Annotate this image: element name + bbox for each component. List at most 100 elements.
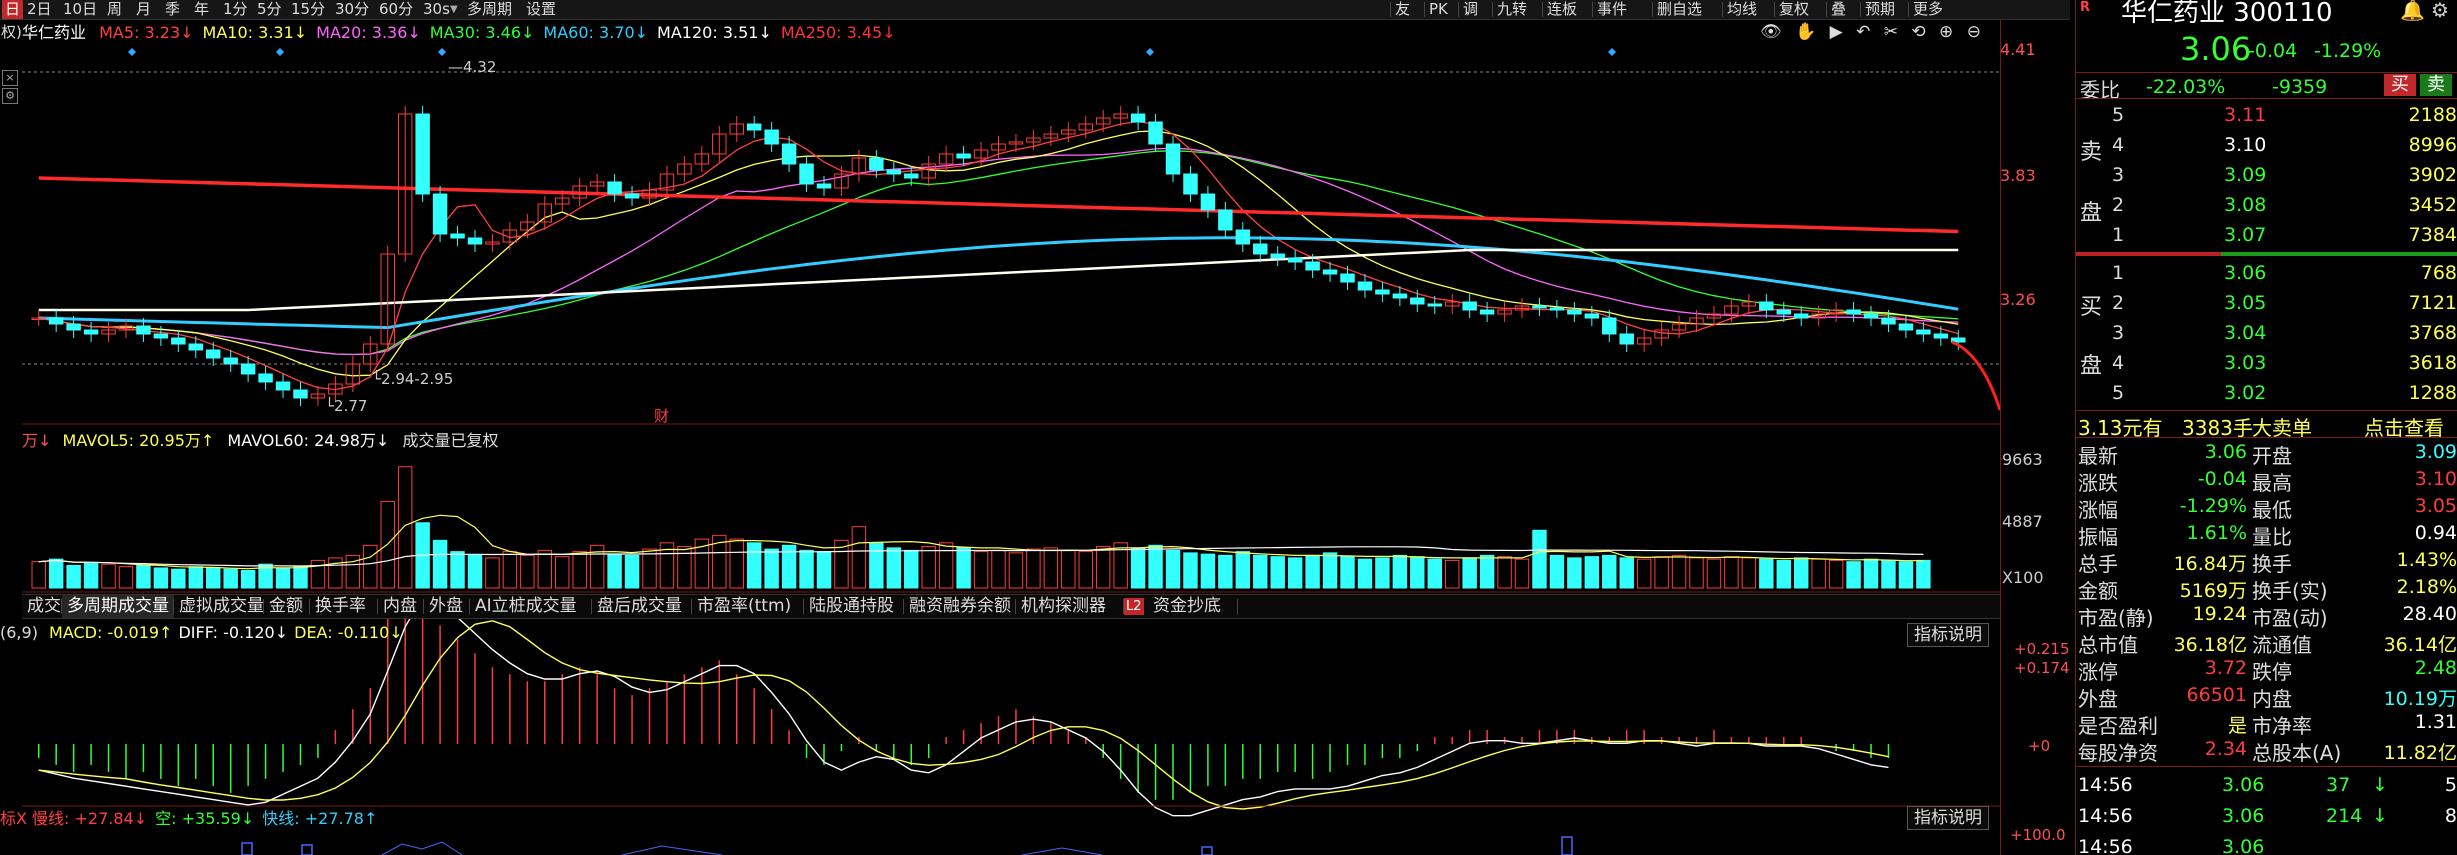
volume-bar: [223, 568, 238, 589]
toolbar-separator: [1458, 2, 1459, 17]
volume-tab[interactable]: 机构探测器: [1016, 595, 1111, 618]
volume-tab[interactable]: 金额: [264, 595, 308, 618]
candle: [153, 333, 169, 339]
period-tab[interactable]: 15分: [288, 0, 328, 19]
volume-tab[interactable]: 虚拟成交量: [174, 595, 269, 618]
bottom-indicator-info-button[interactable]: 指标说明: [1907, 806, 1989, 830]
volume-tab[interactable]: 陆股通持股: [804, 595, 899, 618]
toolbar-button[interactable]: 九转: [1497, 0, 1527, 19]
asks-price: 3.09: [2224, 164, 2267, 186]
bids-row[interactable]: 3 3.04 3768: [2076, 318, 2457, 348]
toolbar-button[interactable]: 连板: [1547, 0, 1577, 19]
volume-tab[interactable]: 市盈率(ttm): [692, 595, 796, 618]
bids-row[interactable]: 5 3.02 1288: [2076, 378, 2457, 408]
toolbar-button[interactable]: 调: [1463, 0, 1478, 19]
play-icon[interactable]: ▶: [1830, 22, 1843, 42]
volume-tab[interactable]: 多周期成交量: [62, 595, 174, 618]
period-tab[interactable]: 多周期: [464, 0, 515, 19]
volume-tab[interactable]: 资金抄底: [1148, 595, 1226, 618]
event-marker-icon: [438, 48, 446, 56]
period-tab[interactable]: 设置: [523, 0, 559, 19]
period-tab[interactable]: 年: [191, 0, 212, 19]
toolbar-button[interactable]: PK: [1429, 0, 1448, 19]
ma30-line: [38, 150, 1959, 356]
candle: [607, 181, 622, 195]
volume-bar: [572, 551, 587, 589]
bids-row[interactable]: 1 3.06 768: [2076, 258, 2457, 288]
bell-icon[interactable]: 🔔: [2400, 0, 2425, 22]
sell-button[interactable]: 卖: [2420, 74, 2452, 96]
asks-row[interactable]: 3 3.09 3902: [2076, 160, 2457, 190]
asks-row[interactable]: 2 3.08 3452: [2076, 190, 2457, 220]
asks-row[interactable]: 1 3.07 7384: [2076, 220, 2457, 250]
bids-row[interactable]: 2 3.05 7121: [2076, 288, 2457, 318]
toolbar-button[interactable]: 叠: [1831, 0, 1846, 19]
toolbar-button[interactable]: 友: [1395, 0, 1410, 19]
volume-bar: [520, 554, 535, 589]
period-tab[interactable]: 月: [133, 0, 154, 19]
toolbar-separator: [1542, 2, 1543, 17]
financial-report-marker[interactable]: 财: [654, 405, 669, 426]
undo-icon[interactable]: ↶: [1856, 22, 1870, 42]
ma250-line: [38, 176, 1959, 234]
bids-level: 2: [2112, 292, 2125, 314]
volume-bar: [1898, 561, 1914, 589]
stat-label: 总股本(A): [2252, 741, 2342, 765]
asks-row[interactable]: 4 3.10 8996: [2076, 130, 2457, 160]
volume-tab[interactable]: 融资融券余额: [904, 595, 1016, 618]
buy-button[interactable]: 买: [2384, 74, 2416, 96]
toolbar-button[interactable]: 复权: [1779, 0, 1809, 19]
period-tab[interactable]: 日: [2, 0, 24, 19]
period-tab[interactable]: 季: [162, 0, 183, 19]
asks-price: 3.11: [2224, 104, 2267, 126]
volume-tab[interactable]: 外盘: [424, 595, 468, 618]
zoom-out-icon[interactable]: ⊖: [1967, 22, 1981, 42]
scissors-icon[interactable]: ✂: [1884, 22, 1898, 42]
asks-row[interactable]: 5 3.11 2188: [2076, 100, 2457, 130]
period-tab[interactable]: 2日: [24, 0, 55, 19]
volume-tab[interactable]: 换手率: [310, 595, 371, 618]
toolbar-button[interactable]: 均线: [1727, 0, 1757, 19]
volume-tab[interactable]: AI立桩成交量: [470, 595, 582, 618]
candle: [1549, 307, 1565, 311]
stat-value: 3.09: [2414, 441, 2457, 463]
stat-label: 最新: [2078, 444, 2118, 468]
period-tab[interactable]: 60分: [376, 0, 416, 19]
zoom-in-icon[interactable]: ⊕: [1939, 22, 1953, 42]
axis-divider: [2000, 20, 2001, 855]
volume-bar: [1375, 557, 1390, 589]
bids-row[interactable]: 4 3.03 3618: [2076, 348, 2457, 378]
volume-bar: [502, 551, 518, 589]
period-tab[interactable]: 10日: [60, 0, 100, 19]
indicator-bar: [241, 842, 253, 855]
macd-indicator-info-button[interactable]: 指标说明: [1907, 623, 1989, 647]
back-icon[interactable]: ⟲: [1911, 22, 1925, 42]
settings-icon[interactable]: ⚙: [2431, 0, 2449, 22]
candle: [415, 113, 430, 195]
chevron-down-icon[interactable]: ▼: [450, 0, 458, 19]
period-tab[interactable]: 1分: [220, 0, 251, 19]
toolbar-button[interactable]: 预期: [1865, 0, 1895, 19]
close-icon[interactable]: ×: [2, 70, 18, 86]
volume-tab[interactable]: 内盘: [378, 595, 422, 618]
sell-strength-bar: [2076, 252, 2221, 256]
volume-bar: [1183, 552, 1198, 589]
period-tab[interactable]: 30分: [332, 0, 372, 19]
period-tab[interactable]: 5分: [254, 0, 285, 19]
ma60-line: [38, 236, 1959, 330]
toolbar-button[interactable]: 更多: [1913, 0, 1943, 19]
ma-legend: 华仁药业 MA5: 3.23↓ MA10: 3.31↓ MA20: 3.36↓ MA3…: [22, 22, 905, 44]
hand-icon[interactable]: ✋: [1795, 22, 1816, 42]
stat-value: 28.40: [2402, 603, 2457, 625]
stat-value: 1.43%: [2396, 549, 2457, 571]
eye-icon[interactable]: 👁: [1760, 22, 1782, 42]
toolbar-button[interactable]: 删自选: [1657, 0, 1702, 19]
toolbar-button[interactable]: 事件: [1597, 0, 1627, 19]
gear-icon[interactable]: ⚙: [2, 88, 18, 104]
asks-level: 1: [2112, 224, 2125, 246]
period-tab[interactable]: 周: [104, 0, 125, 19]
volume-tab[interactable]: 盘后成交量: [592, 595, 687, 618]
volume-bar: [886, 547, 902, 589]
toolbar-separator: [1860, 2, 1861, 17]
period-tab[interactable]: 30s: [420, 0, 453, 19]
